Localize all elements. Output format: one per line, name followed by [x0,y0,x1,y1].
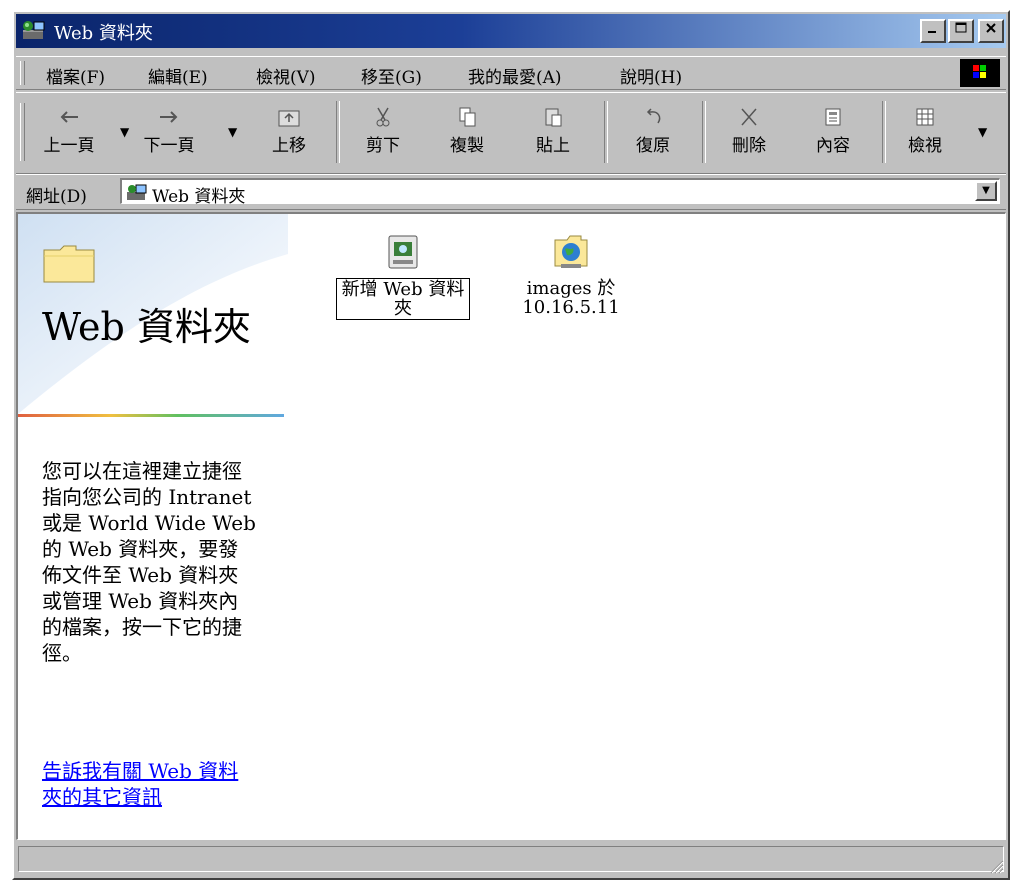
folder-icon [43,245,95,283]
address-dropdown-button[interactable]: ▼ [975,181,997,201]
minimize-icon [928,31,936,33]
web-folder-icon [23,21,45,39]
pane-description: 您可以在這裡建立捷徑指向您公司的 Intranet 或是 World Wide … [42,459,256,665]
menu-help[interactable]: 說明(H) [620,63,682,88]
pane-divider [18,414,284,417]
minimize-button[interactable] [920,19,946,43]
toolbar-separator [336,101,340,163]
properties-button[interactable]: 內容 [800,105,866,156]
menu-bar: 檔案(F) 編輯(E) 檢視(V) 移至(G) 我的最愛(A) 說明(H) [16,56,1006,90]
close-icon [986,23,996,33]
add-web-folder-icon [388,235,418,269]
address-value: Web 資料夾 [152,187,246,207]
toolbar-separator [702,101,706,163]
windows-flag-icon [973,65,986,78]
delete-x-icon [741,108,757,126]
status-bar [16,842,1006,876]
folder-view: Web 資料夾 您可以在這裡建立捷徑指向您公司的 Intranet 或是 Wor… [16,212,1006,840]
properties-label: 內容 [816,136,850,156]
title-bar[interactable]: Web 資料夾 [16,14,1006,48]
menu-file[interactable]: 檔案(F) [46,63,105,88]
address-field[interactable]: Web 資料夾 ▼ [120,178,1000,207]
views-button[interactable]: 檢視 [892,105,958,156]
address-bar: 網址(D) Web 資料夾 ▼ [16,174,1006,210]
forward-dropdown-icon[interactable]: ▼ [228,125,237,139]
back-arrow-icon [60,111,78,123]
views-grid-icon [916,108,934,126]
copy-icon [459,107,476,127]
delete-button[interactable]: 刪除 [716,105,782,156]
menu-favorites[interactable]: 我的最愛(A) [468,63,562,88]
address-label: 網址(D) [26,187,87,207]
copy-label: 複製 [450,136,484,156]
forward-label: 下一頁 [143,136,195,156]
back-dropdown-icon[interactable]: ▼ [120,125,129,139]
copy-button[interactable]: 複製 [434,105,500,156]
views-dropdown-icon[interactable]: ▼ [978,125,987,139]
pane-title: Web 資料夾 [42,305,251,349]
chevron-down-icon: ▼ [982,185,990,196]
window-title: Web 資料夾 [54,23,153,44]
views-label: 檢視 [908,136,942,156]
paste-icon [545,108,562,127]
explorer-window: Web 資料夾 檔案(F) 編輯(E) 檢視(V) 移至(G) 我的最愛(A) … [12,10,1010,880]
maximize-icon [955,22,967,33]
more-info-link[interactable]: 告訴我有關 Web 資料夾的其它資訊 [42,758,258,810]
undo-button[interactable]: 復原 [620,105,686,156]
menu-grip[interactable] [20,61,25,85]
paste-label: 貼上 [536,136,570,156]
web-folder-globe-icon [554,235,588,268]
resize-grip-icon[interactable] [986,856,1004,874]
menu-view[interactable]: 檢視(V) [256,63,316,88]
forward-arrow-icon [160,111,178,123]
up-folder-icon [278,110,300,127]
web-folder-label: images 於 10.16.5.11 [522,278,620,318]
back-button[interactable]: 上一頁 [36,105,102,156]
cut-label: 剪下 [366,136,400,156]
menu-go[interactable]: 移至(G) [361,63,422,88]
back-label: 上一頁 [43,136,95,156]
menu-edit[interactable]: 編輯(E) [148,63,208,88]
properties-icon [825,108,841,126]
up-button[interactable]: 上移 [256,105,322,156]
maximize-button[interactable] [948,19,974,43]
add-web-folder-label: 新增 Web 資料夾 [336,278,470,320]
standard-toolbar: 上一頁 ▼ 下一頁 ▼ 上移 剪下 複製 貼上 復原 刪除 內容 檢視 ▼ [16,92,1006,174]
delete-label: 刪除 [732,136,766,156]
web-folder-icon [127,184,147,200]
undo-icon [646,108,661,124]
forward-button[interactable]: 下一頁 [136,105,202,156]
toolbar-separator [604,101,608,163]
up-label: 上移 [272,136,306,156]
status-panel [18,846,1004,872]
scissors-icon [376,107,390,127]
cut-button[interactable]: 剪下 [350,105,416,156]
add-web-folder-item[interactable]: 新增 Web 資料夾 [328,232,478,320]
toolbar-grip[interactable] [20,103,25,161]
web-folder-item[interactable]: images 於 10.16.5.11 [496,232,646,318]
undo-label: 復原 [636,136,670,156]
close-button[interactable] [978,19,1004,43]
paste-button[interactable]: 貼上 [520,105,586,156]
web-view-pane: Web 資料夾 您可以在這裡建立捷徑指向您公司的 Intranet 或是 Wor… [18,214,288,839]
windows-logo [960,59,1000,87]
toolbar-separator [882,101,886,163]
